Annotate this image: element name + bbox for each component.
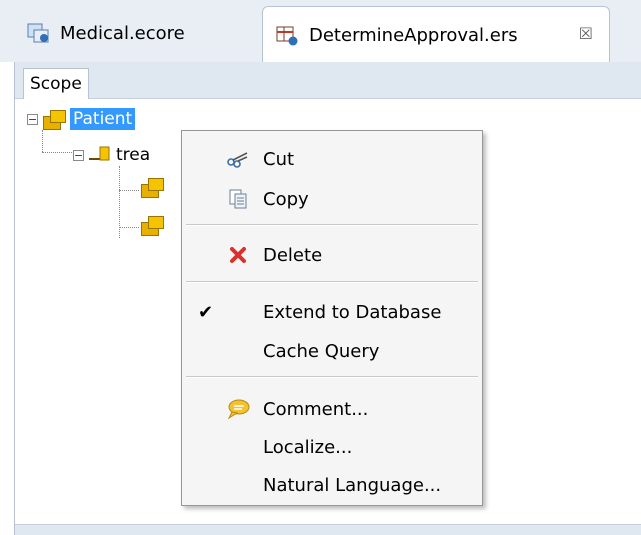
close-icon[interactable]: ☒ — [579, 24, 593, 43]
tab-label: Medical.ecore — [60, 22, 185, 44]
tree-item-label: Patient — [70, 108, 136, 130]
association-icon — [88, 144, 112, 166]
menu-item-comment[interactable]: Comment... — [182, 393, 482, 425]
editor-tab-bar: Medical.ecore DetermineApproval.ers ☒ — [0, 0, 641, 64]
scope-bottom-bar — [15, 524, 641, 535]
entity-icon — [140, 176, 164, 198]
scope-header: Scope — [15, 62, 641, 99]
tree-item-attribute[interactable] — [140, 174, 168, 200]
menu-item-extend-to-database[interactable]: ✔ Extend to Database — [182, 296, 482, 328]
tab-determine-approval-ers[interactable]: DetermineApproval.ers ☒ — [262, 6, 610, 64]
delete-x-icon — [226, 243, 250, 267]
tree-connector — [42, 130, 43, 152]
collapse-icon[interactable]: − — [73, 149, 84, 161]
ecore-model-icon — [26, 21, 52, 45]
scissors-icon — [226, 147, 250, 171]
collapse-icon[interactable]: − — [27, 113, 38, 125]
checkmark-icon: ✔ — [198, 301, 214, 323]
menu-item-localize[interactable]: Localize... — [182, 431, 482, 463]
menu-item-label: Localize... — [263, 436, 353, 458]
menu-item-cut[interactable]: Cut — [182, 143, 482, 175]
menu-item-label: Cache Query — [263, 340, 380, 362]
tree-connector — [119, 227, 139, 228]
tree-item-treatment[interactable]: − trea — [73, 142, 150, 168]
tab-label: DetermineApproval.ers — [309, 25, 518, 46]
menu-item-natural-language[interactable]: Natural Language... — [182, 469, 482, 501]
tree-item-attribute[interactable] — [140, 212, 168, 238]
entity-icon — [140, 214, 164, 236]
tree-item-label: trea — [116, 145, 151, 165]
menu-item-copy[interactable]: Copy — [182, 183, 482, 215]
comment-bubble-icon — [226, 397, 250, 421]
tree-connector — [42, 152, 72, 153]
tab-medical-ecore[interactable]: Medical.ecore — [14, 4, 252, 62]
tree-connector — [119, 190, 139, 191]
menu-separator — [186, 281, 478, 283]
menu-separator — [186, 224, 478, 226]
menu-item-label: Cut — [263, 148, 295, 170]
rule-table-icon — [275, 24, 301, 48]
menu-item-label: Copy — [263, 188, 309, 210]
menu-item-label: Natural Language... — [263, 474, 442, 496]
menu-item-cache-query[interactable]: Cache Query — [182, 335, 482, 367]
menu-separator — [186, 376, 478, 378]
copy-icon — [226, 187, 250, 211]
menu-item-label: Comment... — [263, 398, 369, 420]
tree-item-patient[interactable]: − Patient — [27, 106, 136, 132]
menu-item-delete[interactable]: Delete — [182, 239, 482, 271]
entity-icon — [42, 108, 66, 130]
menu-item-label: Extend to Database — [263, 301, 442, 323]
scope-tab-label: Scope — [30, 74, 82, 94]
menu-item-label: Delete — [263, 244, 323, 266]
context-menu: Cut Copy Delete ✔ Extend to Database Cac… — [181, 130, 483, 506]
scope-tab[interactable]: Scope — [23, 68, 89, 99]
